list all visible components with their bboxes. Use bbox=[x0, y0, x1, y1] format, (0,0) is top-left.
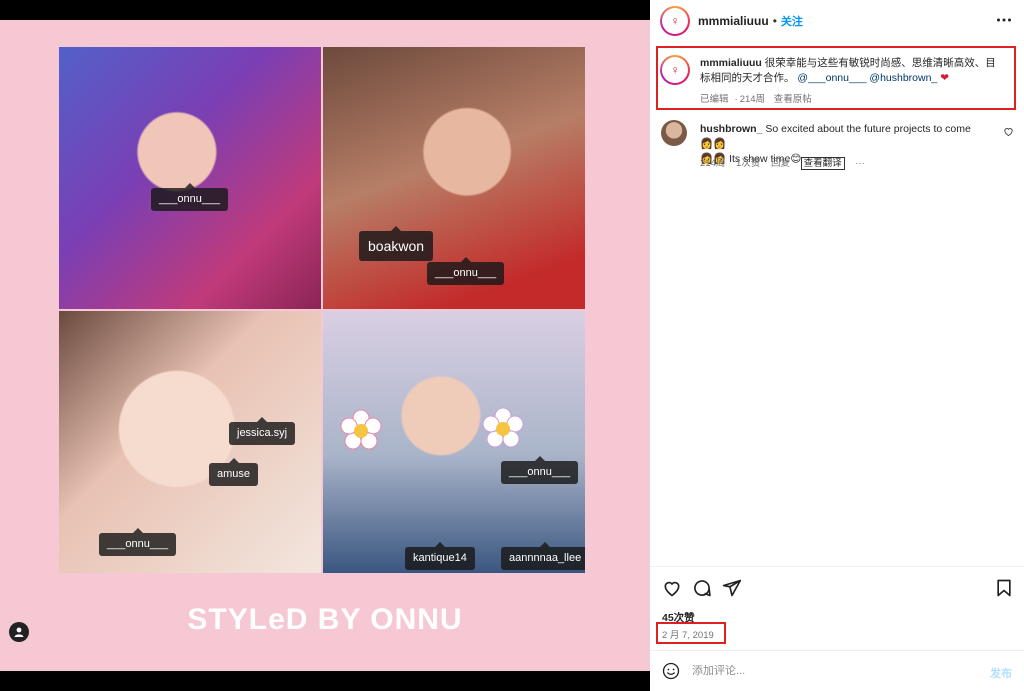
user-tag[interactable]: kantique14 bbox=[405, 542, 475, 570]
avatar-figure-icon: ♀ bbox=[662, 57, 688, 83]
photo-2: boakwon ___onnu___ bbox=[323, 47, 585, 309]
caption-age[interactable]: 214周 bbox=[740, 94, 765, 105]
caption-text: mmmialiuuu 很荣幸能与这些有敏锐时尚感、思维清晰高效、目标相同的天才合… bbox=[700, 56, 1005, 86]
flower-sticker-icon bbox=[340, 409, 382, 450]
mention-link[interactable]: @hushbrown_ bbox=[869, 72, 937, 84]
publish-button[interactable]: 发布 bbox=[990, 665, 1012, 681]
avatar[interactable] bbox=[661, 120, 687, 146]
photo-4: ___onnu___ kantique14 aannnnaa_llee bbox=[323, 311, 585, 573]
post-image[interactable]: ___onnu___ boakwon ___onnu___ jessica.sy… bbox=[0, 20, 650, 671]
bookmark-icon[interactable] bbox=[994, 578, 1014, 598]
reply-button[interactable]: 回复 bbox=[771, 158, 790, 169]
heart-icon[interactable] bbox=[662, 578, 682, 598]
emoji: 👩‍👩 bbox=[700, 138, 727, 150]
user-tag[interactable]: ___onnu___ bbox=[501, 456, 579, 484]
action-bar bbox=[662, 578, 1014, 600]
edited-label: 已编辑 bbox=[700, 94, 729, 105]
poster-title: STYLeD BY ONNU bbox=[187, 603, 463, 636]
caption-username[interactable]: mmmialiuuu bbox=[700, 57, 762, 69]
comment-age[interactable]: 214周 bbox=[700, 158, 725, 169]
caption-meta: 已编辑 · 214周 查看原帖 bbox=[700, 91, 818, 105]
user-tag[interactable]: jessica.syj bbox=[229, 417, 296, 445]
avatar-figure-icon: ♀ bbox=[662, 8, 688, 34]
emoji-picker-icon[interactable] bbox=[662, 662, 680, 680]
user-tag[interactable]: ___onnu___ bbox=[99, 528, 177, 556]
comment-more-button[interactable]: ··· bbox=[855, 158, 865, 169]
user-tag[interactable]: ___onnu___ bbox=[427, 257, 505, 285]
author-username[interactable]: mmmialiuuu bbox=[698, 14, 769, 28]
share-icon[interactable] bbox=[722, 578, 742, 598]
photo-3: jessica.syj amuse ___onnu___ bbox=[59, 311, 321, 573]
avatar[interactable]: ♀ bbox=[660, 6, 690, 36]
comment-meta: 214周 1次赞 回复 查看翻译 ··· bbox=[700, 155, 873, 170]
tagged-users-button[interactable] bbox=[9, 622, 29, 642]
post-date[interactable]: 2 月 7, 2019 bbox=[662, 627, 714, 641]
user-tag[interactable]: ___onnu___ bbox=[151, 183, 229, 211]
post-details-panel: ♀ mmmialiuuu • 关注 ♀ mmmialiuuu 很荣幸能与这些有敏… bbox=[650, 0, 1024, 691]
flower-sticker-icon bbox=[482, 407, 524, 448]
user-icon bbox=[14, 627, 24, 637]
view-original-link[interactable]: 查看原帖 bbox=[774, 94, 812, 105]
user-tag[interactable]: amuse bbox=[209, 458, 259, 486]
heart-icon[interactable] bbox=[1003, 126, 1014, 137]
mention-link[interactable]: @___onnu___ bbox=[797, 72, 866, 84]
user-tag[interactable]: boakwon bbox=[359, 226, 434, 261]
comment-composer: 发布 bbox=[650, 651, 1024, 691]
post-media: ___onnu___ boakwon ___onnu___ jessica.sy… bbox=[0, 0, 650, 691]
user-tag[interactable]: aannnnaa_llee bbox=[501, 542, 585, 570]
photo-1: ___onnu___ bbox=[59, 47, 321, 309]
comment-input[interactable] bbox=[692, 665, 982, 677]
comment-likes[interactable]: 1次赞 bbox=[736, 158, 760, 169]
separator-dot: • bbox=[772, 14, 777, 28]
divider bbox=[650, 566, 1024, 567]
post-header: ♀ mmmialiuuu • 关注 bbox=[650, 0, 1024, 42]
post-viewer: ___onnu___ boakwon ___onnu___ jessica.sy… bbox=[0, 0, 1024, 691]
heart-emoji: ❤ bbox=[940, 72, 950, 84]
more-dots-icon[interactable] bbox=[996, 12, 1012, 28]
comment-body: So excited about the future projects to … bbox=[765, 123, 971, 135]
translate-button[interactable]: 查看翻译 bbox=[800, 157, 845, 170]
photo-collage: ___onnu___ boakwon ___onnu___ jessica.sy… bbox=[59, 47, 587, 574]
meta-separator: · bbox=[734, 94, 738, 105]
avatar[interactable]: ♀ bbox=[660, 55, 690, 85]
comment-username[interactable]: hushbrown_ bbox=[700, 123, 762, 135]
comment-icon[interactable] bbox=[692, 578, 712, 598]
follow-button[interactable]: 关注 bbox=[781, 13, 803, 29]
